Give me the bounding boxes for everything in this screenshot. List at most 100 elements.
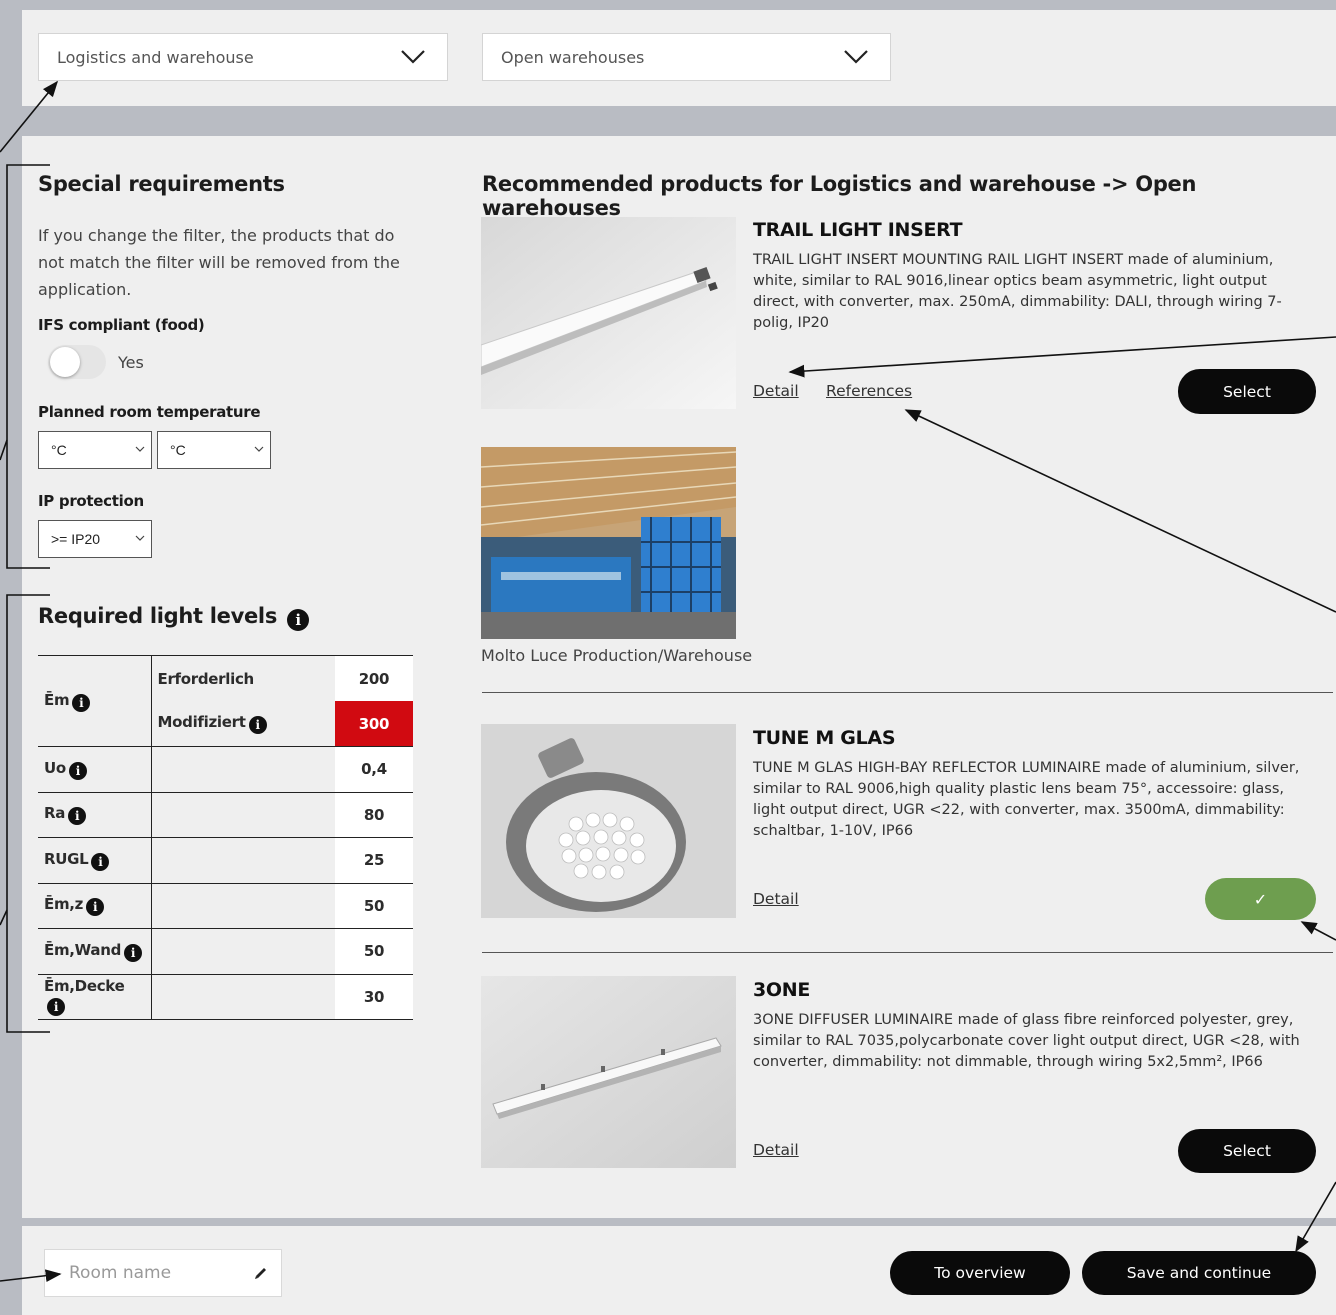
level-value: 25: [335, 837, 413, 883]
level-value: 80: [335, 791, 413, 838]
level-sub-label: Modifiziert: [157, 713, 246, 731]
ifs-label: IFS compliant (food): [38, 316, 205, 334]
level-name-cell: Ra i: [38, 791, 152, 838]
reference-caption: Molto Luce Production/Warehouse: [481, 646, 753, 665]
table-row: Ēm,Decke i 30: [38, 973, 413, 1020]
level-name: Ra: [44, 804, 66, 823]
application-dropdown[interactable]: Open warehouses: [482, 33, 891, 81]
level-name: Uo: [44, 758, 66, 777]
level-sub-cell: Modifiziert i: [151, 701, 335, 747]
table-row: Ēm,z i 50: [38, 882, 413, 929]
chevron-down-icon: [135, 535, 145, 541]
level-sub-cell: [151, 973, 335, 1020]
info-icon[interactable]: i: [124, 943, 143, 962]
toggle-knob: [50, 347, 80, 377]
level-sub-cell: [151, 791, 335, 838]
info-icon[interactable]: i: [248, 716, 267, 734]
info-icon[interactable]: i: [47, 998, 65, 1017]
chevron-down-icon: [401, 50, 425, 64]
temperature-label: Planned room temperature: [38, 403, 261, 421]
light-levels-table: Ēm i Erforderlich 200 Modifiziert i 300 Uo…: [38, 655, 413, 1020]
level-sub-cell: Erforderlich: [151, 655, 335, 701]
table-row: Ēm i Erforderlich 200: [38, 655, 413, 747]
light-levels-title-text: Required light levels: [38, 604, 278, 628]
detail-link[interactable]: Detail: [753, 890, 799, 908]
level-value: 0,4: [335, 746, 413, 792]
chevron-down-icon: [844, 50, 868, 64]
level-sub-label: Erforderlich: [157, 669, 255, 688]
divider: [482, 952, 1333, 953]
product-description: 3ONE DIFFUSER LUMINAIRE made of glass fi…: [753, 1012, 1300, 1070]
tune-m-glas-image[interactable]: [481, 724, 736, 918]
temperature-max-select[interactable]: °C: [157, 431, 271, 469]
chevron-down-icon: [254, 446, 264, 452]
detail-link[interactable]: Detail: [753, 382, 799, 400]
level-name-cell: RUGL i: [38, 837, 152, 883]
level-value: 50: [335, 928, 413, 974]
save-continue-button[interactable]: Save and continue: [1082, 1251, 1316, 1295]
reference-image[interactable]: [481, 447, 736, 639]
info-icon[interactable]: i: [72, 693, 91, 712]
level-name: Ēm: [44, 690, 70, 709]
select-button[interactable]: Select: [1178, 369, 1316, 414]
recommended-products-title: Recommended products for Logistics and w…: [482, 172, 1197, 220]
ifs-toggle[interactable]: [48, 345, 106, 379]
info-icon[interactable]: i: [287, 609, 310, 631]
sector-dropdown-value: Logistics and warehouse: [57, 47, 254, 67]
level-sub-cell: [151, 837, 335, 883]
special-requirements-title: Special requirements: [38, 172, 285, 196]
3one-image[interactable]: [481, 976, 736, 1168]
level-name-cell: Ēm,Decke i: [38, 973, 152, 1020]
level-value-modified: 300: [335, 701, 413, 747]
level-name: Ēm,z: [44, 895, 84, 914]
level-name: Ēm,Wand: [44, 940, 122, 959]
trail-light-image[interactable]: [481, 217, 736, 409]
table-row: Ēm,Wand i 50: [38, 928, 413, 974]
detail-link[interactable]: Detail: [753, 1141, 799, 1159]
room-name-placeholder: Room name: [69, 1263, 172, 1283]
application-dropdown-value: Open warehouses: [501, 47, 645, 67]
info-icon[interactable]: i: [68, 807, 87, 826]
level-name: RUGL: [44, 849, 89, 868]
pencil-icon[interactable]: [253, 1265, 269, 1281]
level-sub-cell: [151, 746, 335, 792]
sector-dropdown[interactable]: Logistics and warehouse: [38, 33, 448, 81]
level-sub-cell: [151, 928, 335, 974]
info-icon[interactable]: i: [86, 898, 105, 917]
info-icon[interactable]: i: [68, 761, 87, 780]
level-name-cell: Uo i: [38, 746, 152, 792]
ip-protection-label: IP protection: [38, 492, 144, 510]
product-name: 3ONE: [753, 979, 811, 1001]
level-name: Ēm,Decke: [44, 977, 125, 996]
product-description: TRAIL LIGHT INSERT MOUNTING RAIL LIGHT I…: [753, 252, 1282, 331]
info-icon[interactable]: i: [91, 852, 110, 871]
select-button[interactable]: Select: [1178, 1129, 1316, 1173]
to-overview-button[interactable]: To overview: [890, 1251, 1070, 1295]
temperature-min-value: °C: [51, 442, 67, 458]
temperature-max-value: °C: [170, 442, 186, 458]
product-description: TUNE M GLAS HIGH-BAY REFLECTOR LUMINAIRE…: [753, 760, 1300, 839]
divider: [482, 692, 1333, 693]
selected-check-button[interactable]: ✓: [1205, 878, 1316, 920]
product-name: TRAIL LIGHT INSERT: [753, 219, 963, 241]
filter-note: If you change the filter, the products t…: [38, 226, 400, 299]
table-row: RUGL i 25: [38, 837, 413, 883]
level-name-cell: Ēm,z i: [38, 882, 152, 929]
temperature-min-select[interactable]: °C: [38, 431, 152, 469]
chevron-down-icon: [135, 446, 145, 452]
ip-protection-select[interactable]: >= IP20: [38, 520, 152, 558]
ip-protection-value: >= IP20: [51, 531, 101, 547]
level-value: 50: [335, 882, 413, 929]
references-link[interactable]: References: [826, 382, 912, 400]
level-value: 30: [335, 973, 413, 1020]
product-name: TUNE M GLAS: [753, 727, 896, 749]
table-row: Ra i 80: [38, 791, 413, 838]
light-levels-title: Required light levels i: [38, 604, 310, 631]
level-sub-cell: [151, 882, 335, 929]
level-name-cell: Ēm,Wand i: [38, 928, 152, 974]
table-row: Uo i 0,4: [38, 746, 413, 792]
level-value: 200: [335, 655, 413, 701]
room-name-field[interactable]: Room name: [44, 1249, 282, 1297]
level-name-cell: Ēm i: [38, 655, 152, 747]
ifs-option-label: Yes: [118, 353, 144, 372]
